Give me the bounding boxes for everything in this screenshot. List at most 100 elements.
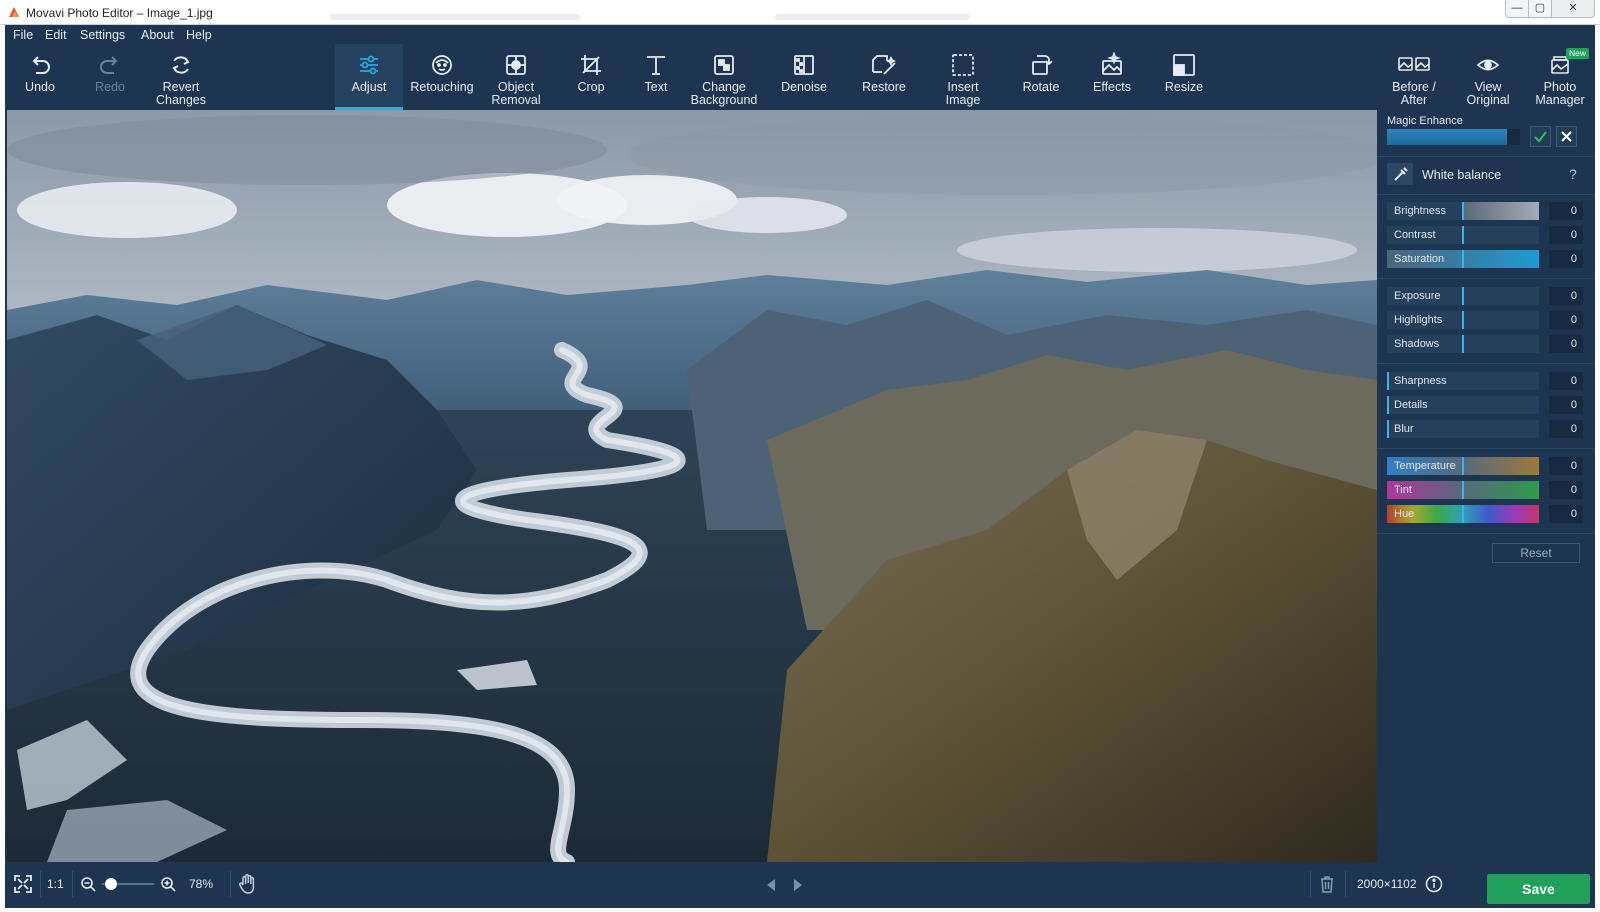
exposure-value[interactable]: 0 <box>1549 287 1583 305</box>
blur-slider[interactable]: Blur <box>1387 420 1539 438</box>
saturation-slider[interactable]: Saturation <box>1387 250 1539 268</box>
actual-size-button[interactable]: 1:1 <box>47 877 64 891</box>
maximize-button[interactable]: ▢ <box>1528 0 1552 18</box>
crop-icon <box>581 55 601 75</box>
brightness-slider[interactable]: Brightness <box>1387 202 1539 220</box>
details-value[interactable]: 0 <box>1549 396 1583 414</box>
zoom-slider[interactable] <box>102 878 154 890</box>
white-balance-picker-button[interactable] <box>1387 163 1413 185</box>
contrast-value[interactable]: 0 <box>1549 226 1583 244</box>
sharpness-slider[interactable]: Sharpness <box>1387 372 1539 390</box>
slider-knob[interactable] <box>1462 335 1464 353</box>
image-canvas[interactable] <box>7 110 1377 862</box>
background-icon <box>714 55 734 75</box>
details-slider[interactable]: Details <box>1387 396 1539 414</box>
tab-denoise[interactable]: Denoise <box>771 44 837 110</box>
previous-image-icon[interactable] <box>765 878 777 892</box>
slider-knob[interactable] <box>1462 311 1464 329</box>
new-badge: New <box>1565 48 1589 59</box>
adjust-panel: Magic Enhance White balance ? Brightness… <box>1377 110 1595 862</box>
close-button[interactable]: ✕ <box>1551 0 1595 18</box>
redo-button[interactable]: Redo <box>85 44 135 110</box>
close-icon <box>1561 131 1572 142</box>
tab-insert-image[interactable]: Insert Image <box>930 44 996 110</box>
app-logo-icon <box>9 7 19 17</box>
tab-change-background[interactable]: Change Background <box>688 44 760 110</box>
magic-enhance-bar[interactable] <box>1387 129 1520 145</box>
image-dimensions: 2000×1102 <box>1357 877 1417 891</box>
tab-crop[interactable]: Crop <box>563 44 619 110</box>
temperature-value[interactable]: 0 <box>1549 457 1583 475</box>
before-after-button[interactable]: Before / After <box>1383 44 1445 110</box>
tab-retouching[interactable]: Retouching <box>407 44 477 110</box>
slider-knob[interactable] <box>1462 202 1464 220</box>
view-original-button[interactable]: View Original <box>1458 44 1518 110</box>
blur-value[interactable]: 0 <box>1549 420 1583 438</box>
check-icon <box>1534 131 1547 143</box>
save-button[interactable]: Save <box>1487 874 1590 904</box>
tab-effects[interactable]: Effects <box>1083 44 1141 110</box>
window-title: Movavi Photo Editor – Image_1.jpg <box>26 6 213 20</box>
status-bar: 1:1 78% 2000×1102 <box>5 862 1595 908</box>
fit-screen-icon[interactable] <box>13 874 33 894</box>
tint-value[interactable]: 0 <box>1549 481 1583 499</box>
menu-file[interactable]: File <box>13 28 33 42</box>
shadows-slider[interactable]: Shadows <box>1387 335 1539 353</box>
zoom-slider-knob[interactable] <box>104 878 117 890</box>
revert-changes-button[interactable]: Revert Changes <box>150 44 212 110</box>
menu-help[interactable]: Help <box>186 28 212 42</box>
zoom-out-icon[interactable] <box>80 876 96 892</box>
tab-rotate[interactable]: Rotate <box>1013 44 1069 110</box>
tab-resize[interactable]: Resize <box>1155 44 1213 110</box>
hue-slider[interactable]: Hue <box>1387 505 1539 523</box>
tab-restore[interactable]: Restore <box>851 44 917 110</box>
brightness-value[interactable]: 0 <box>1549 202 1583 220</box>
tab-text[interactable]: Text <box>633 44 679 110</box>
restore-icon <box>872 55 897 75</box>
slider-knob[interactable] <box>1462 481 1464 499</box>
slider-knob[interactable] <box>1462 457 1464 475</box>
apply-enhance-button[interactable] <box>1530 126 1551 147</box>
saturation-value[interactable]: 0 <box>1549 250 1583 268</box>
zoom-level: 78% <box>189 877 214 891</box>
text-icon <box>647 56 665 75</box>
highlights-slider[interactable]: Highlights <box>1387 311 1539 329</box>
menu-about[interactable]: About <box>141 28 174 42</box>
info-icon[interactable] <box>1425 875 1443 893</box>
slider-knob[interactable] <box>1462 287 1464 305</box>
app-frame: File Edit Settings About Help Undo Redo … <box>5 25 1595 908</box>
reset-button[interactable]: Reset <box>1492 543 1580 563</box>
zoom-in-icon[interactable] <box>160 876 176 892</box>
white-balance-label[interactable]: White balance <box>1422 168 1501 182</box>
menu-edit[interactable]: Edit <box>45 28 67 42</box>
undo-button[interactable]: Undo <box>15 44 65 110</box>
help-icon[interactable]: ? <box>1569 166 1577 182</box>
hue-value[interactable]: 0 <box>1549 505 1583 523</box>
minimize-button[interactable]: — <box>1505 0 1529 18</box>
cancel-enhance-button[interactable] <box>1556 126 1577 147</box>
slider-knob[interactable] <box>1462 226 1464 244</box>
slider-knob[interactable] <box>1462 250 1464 268</box>
exposure-slider[interactable]: Exposure <box>1387 287 1539 305</box>
trash-icon[interactable] <box>1319 875 1335 893</box>
revert-icon <box>172 56 190 74</box>
eye-icon <box>1476 59 1500 71</box>
hand-tool-icon[interactable] <box>238 873 258 895</box>
photo-manager-button[interactable]: New Photo Manager <box>1527 44 1593 110</box>
contrast-slider[interactable]: Contrast <box>1387 226 1539 244</box>
title-bar: Movavi Photo Editor – Image_1.jpg — ▢ ✕ <box>0 0 1600 25</box>
menu-settings[interactable]: Settings <box>80 28 125 42</box>
slider-knob[interactable] <box>1462 505 1464 523</box>
insert-image-icon <box>952 54 974 76</box>
shadows-value[interactable]: 0 <box>1549 335 1583 353</box>
tab-object-removal[interactable]: Object Removal <box>483 44 549 110</box>
tint-slider[interactable]: Tint <box>1387 481 1539 499</box>
resize-icon <box>1173 54 1195 76</box>
before-after-icon <box>1398 57 1430 71</box>
object-removal-icon <box>506 55 526 75</box>
temperature-slider[interactable]: Temperature <box>1387 457 1539 475</box>
next-image-icon[interactable] <box>792 878 804 892</box>
sharpness-value[interactable]: 0 <box>1549 372 1583 390</box>
tab-adjust[interactable]: Adjust <box>335 44 403 110</box>
highlights-value[interactable]: 0 <box>1549 311 1583 329</box>
